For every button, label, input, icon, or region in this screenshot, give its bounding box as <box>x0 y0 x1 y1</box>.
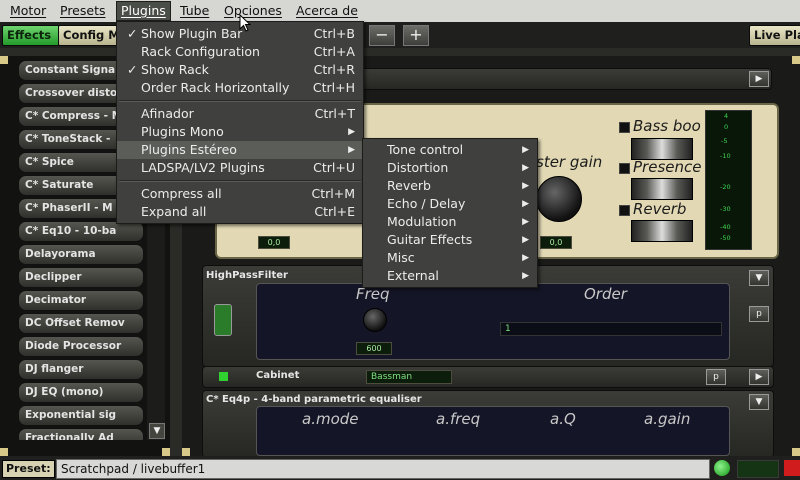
menu-item-compress-all[interactable]: Compress all Ctrl+M <box>117 185 363 203</box>
menu-bar: Motor Presets Plugins Tube Opciones Acer… <box>0 0 800 23</box>
presence-led[interactable] <box>619 163 630 174</box>
chevron-right-icon: ▶ <box>522 181 529 191</box>
chevron-right-icon: ▶ <box>522 235 529 245</box>
reverb-led[interactable] <box>619 205 630 216</box>
menu-opciones[interactable]: Opciones <box>224 3 282 19</box>
plugin-list-item[interactable]: Exponential sig <box>18 405 144 426</box>
chevron-right-icon: ▶ <box>348 145 355 155</box>
mouse-cursor-icon <box>239 14 251 32</box>
menu-acerca-de[interactable]: Acerca de <box>296 3 358 19</box>
submenu-item-external[interactable]: External ▶ <box>363 267 537 285</box>
chevron-right-icon: ▶ <box>522 199 529 209</box>
eq-param-label: a.mode <box>302 410 359 428</box>
bass-boost-switch[interactable] <box>631 138 693 160</box>
menu-item-afinador[interactable]: Afinador Ctrl+T <box>117 105 363 123</box>
config-button[interactable]: Config M <box>58 25 124 46</box>
cabinet-menu-icon[interactable]: ▶ <box>749 369 769 385</box>
menu-motor[interactable]: Motor <box>10 3 46 19</box>
submenu-item-guitar-effects[interactable]: Guitar Effects ▶ <box>363 231 537 249</box>
eq-param-label: a.gain <box>644 410 691 428</box>
highpass-title: HighPassFilter <box>206 270 288 281</box>
plugin-list-item[interactable]: C* Eq10 - 10-ba <box>18 221 144 242</box>
plugin-list-item[interactable]: DJ flanger <box>18 359 144 380</box>
reverb-label: Reverb <box>633 200 687 218</box>
effects-button[interactable]: Effects <box>2 25 60 46</box>
menu-item-plugins-mono[interactable]: Plugins Mono ▶ <box>117 123 363 141</box>
chevron-right-icon: ▶ <box>522 163 529 173</box>
eq4p-title: C* Eq4p - 4-band parametric equaliser <box>206 394 422 405</box>
rack-header-menu-icon[interactable]: ▶ <box>749 71 769 87</box>
freq-value: 600 <box>356 342 392 355</box>
level-meter: 4 0 -5 -10 -20 -30 -40 -50 <box>705 110 752 250</box>
plugin-list-item[interactable]: Decimator <box>18 290 144 311</box>
master-gain-label: ster gain <box>536 153 603 171</box>
submenu-item-tone-control[interactable]: Tone control ▶ <box>363 141 537 159</box>
cpu-meter <box>737 460 779 478</box>
submenu-item-reverb[interactable]: Reverb ▶ <box>363 177 537 195</box>
menu-item-rack-configuration[interactable]: Rack Configuration Ctrl+A <box>117 43 363 61</box>
cabinet-power-led[interactable] <box>219 372 228 381</box>
bass-boost-led[interactable] <box>619 122 630 133</box>
value-display: 0,0 <box>258 236 290 249</box>
chevron-right-icon: ▶ <box>522 217 529 227</box>
menu-item-order-rack-horizontally[interactable]: Order Rack Horizontally Ctrl+H <box>117 79 363 97</box>
highpass-preset-button[interactable]: p <box>749 306 769 322</box>
chevron-right-icon: ▶ <box>522 271 529 281</box>
plugins-menu: ✓ Show Plugin Bar Ctrl+B Rack Configurat… <box>116 21 364 224</box>
menu-item-expand-all[interactable]: Expand all Ctrl+E <box>117 203 363 221</box>
menu-presets[interactable]: Presets <box>60 3 106 19</box>
plugin-list-item[interactable]: Delayorama <box>18 244 144 265</box>
unit-menu-icon[interactable]: ▼ <box>749 270 769 286</box>
submenu-item-distortion[interactable]: Distortion ▶ <box>363 159 537 177</box>
submenu-item-modulation[interactable]: Modulation ▶ <box>363 213 537 231</box>
live-play-button[interactable]: Live Pla <box>749 25 800 46</box>
mute-button[interactable] <box>784 460 800 476</box>
eq-param-label: a.freq <box>436 410 481 428</box>
submenu-item-misc[interactable]: Misc ▶ <box>363 249 537 267</box>
plugins-estereo-submenu: Tone control ▶ Distortion ▶ Reverb ▶ Echo /… <box>362 138 538 288</box>
eq4p-menu-icon[interactable]: ▼ <box>749 394 769 410</box>
bass-boost-label: Bass boo <box>633 117 701 135</box>
value-display: 0,0 <box>540 236 572 249</box>
engine-on-led[interactable] <box>714 460 730 476</box>
submenu-item-echo-delay[interactable]: Echo / Delay ▶ <box>363 195 537 213</box>
plugin-list-item[interactable]: Fractionally Ad <box>18 428 144 440</box>
menu-item-ladspa-lv2-plugins[interactable]: LADSPA/LV2 Plugins Ctrl+U <box>117 159 363 177</box>
highpass-power-switch[interactable] <box>214 304 232 336</box>
menu-item-plugins-estereo[interactable]: Plugins Estéreo ▶ <box>117 141 363 159</box>
plugin-list-item[interactable]: Diode Processor <box>18 336 144 357</box>
presence-label: Presence <box>633 158 702 176</box>
preset-name-field[interactable]: Scratchpad / livebuffer1 <box>56 459 710 479</box>
scroll-down-icon[interactable]: ▼ <box>149 423 165 439</box>
reverb-switch[interactable] <box>631 220 693 242</box>
presence-switch[interactable] <box>631 178 693 200</box>
cabinet-model-select[interactable]: Bassman <box>366 370 452 384</box>
cabinet-preset-button[interactable]: p <box>706 369 726 385</box>
menu-separator <box>119 100 361 102</box>
menu-separator <box>119 180 361 182</box>
master-gain-knob[interactable] <box>536 176 582 222</box>
chevron-right-icon: ▶ <box>522 145 529 155</box>
plugin-list-item[interactable]: DJ EQ (mono) <box>18 382 144 403</box>
menu-tube[interactable]: Tube <box>180 3 209 19</box>
order-label: Order <box>584 285 627 303</box>
preset-label: Preset: <box>2 460 55 478</box>
plugin-list-item[interactable]: Declipper <box>18 267 144 288</box>
chevron-right-icon: ▶ <box>522 253 529 263</box>
menu-plugins[interactable]: Plugins <box>116 1 171 21</box>
menu-item-show-rack[interactable]: ✓ Show Rack Ctrl+R <box>117 61 363 79</box>
freq-knob[interactable] <box>363 308 387 332</box>
order-slider[interactable]: 1 <box>500 322 722 336</box>
chevron-right-icon: ▶ <box>348 127 355 137</box>
cabinet-title: Cabinet <box>256 370 300 381</box>
plugin-list-item[interactable]: DC Offset Remov <box>18 313 144 334</box>
zoom-out-button[interactable]: − <box>369 25 395 46</box>
eq-param-label: a.Q <box>550 410 576 428</box>
zoom-in-button[interactable]: + <box>403 25 429 46</box>
rack-header-strip <box>360 68 772 90</box>
